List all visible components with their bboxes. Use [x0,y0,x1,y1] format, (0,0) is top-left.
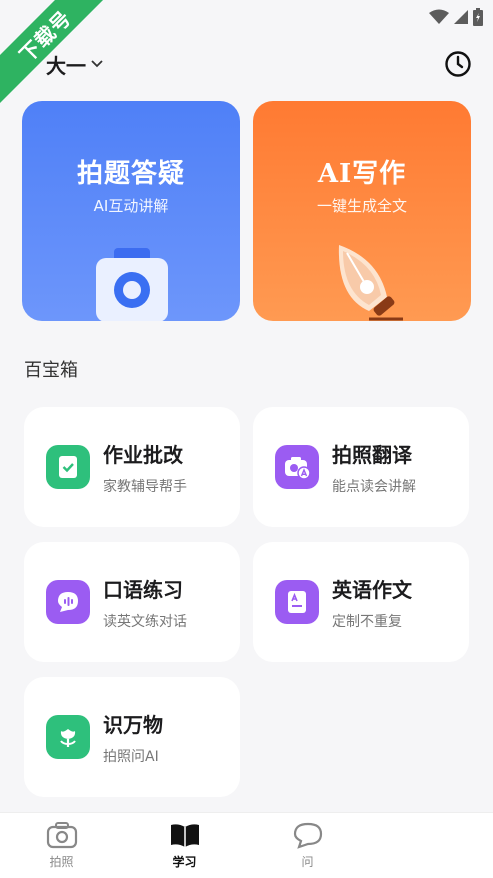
camera-icon [46,822,77,849]
camera-translate-icon [275,445,319,489]
chat-bubble-icon [46,580,90,624]
english-essay-card[interactable]: 英语作文 定制不重复 [253,542,469,662]
english-essay-desc: 定制不重复 [332,613,402,630]
photo-question-card[interactable]: 拍题答疑 AI互动讲解 [22,101,240,321]
ai-writing-title: AI写作 [317,159,407,189]
toolbox-title: 百宝箱 [24,360,78,381]
tab-ask-label: 问 [301,855,314,869]
tab-study[interactable]: 学习 [123,813,246,878]
history-button[interactable] [443,49,473,79]
battery-icon [473,8,483,26]
photo-translate-card[interactable]: 拍照翻译 能点读会讲解 [253,407,469,527]
ai-writing-subtitle: 一键生成全文 [316,197,407,215]
pen-nib-icon [338,245,403,321]
ai-writing-card[interactable]: AI写作 一键生成全文 [253,101,471,321]
tab-study-label: 学习 [172,855,197,869]
homework-check-card[interactable]: 作业批改 家教辅导帮手 [24,407,240,527]
check-clipboard-icon [46,445,90,489]
watermark-text: 下载号 [0,0,110,104]
photo-question-subtitle: AI互动讲解 [93,197,169,215]
homework-check-name: 作业批改 [103,442,183,467]
chat-icon [293,822,322,849]
book-icon [170,824,199,847]
tab-photo-label: 拍照 [49,855,74,869]
wifi-icon [429,9,449,24]
identify-things-desc: 拍照问AI [103,748,159,765]
oral-practice-card[interactable]: 口语练习 读英文练对话 [24,542,240,662]
signal-icon [454,10,468,24]
photo-question-title: 拍题答疑 [76,159,185,189]
camera-icon [96,248,168,321]
homework-check-desc: 家教辅导帮手 [103,478,187,495]
clock-icon [445,51,471,77]
tab-bar: 拍照 学习 问 [0,812,493,878]
oral-practice-desc: 读英文练对话 [103,613,187,630]
photo-translate-desc: 能点读会讲解 [332,478,416,495]
watermark-ribbon: 下载号 [0,0,110,110]
identify-things-name: 识万物 [103,712,163,737]
photo-translate-name: 拍照翻译 [332,442,412,467]
english-essay-name: 英语作文 [332,577,412,602]
identify-things-card[interactable]: 识万物 拍照问AI [24,677,240,797]
letter-document-icon [275,580,319,624]
flower-icon [46,715,90,759]
tab-photo[interactable]: 拍照 [0,813,123,878]
tab-ask[interactable]: 问 [246,813,369,878]
oral-practice-name: 口语练习 [103,577,183,602]
